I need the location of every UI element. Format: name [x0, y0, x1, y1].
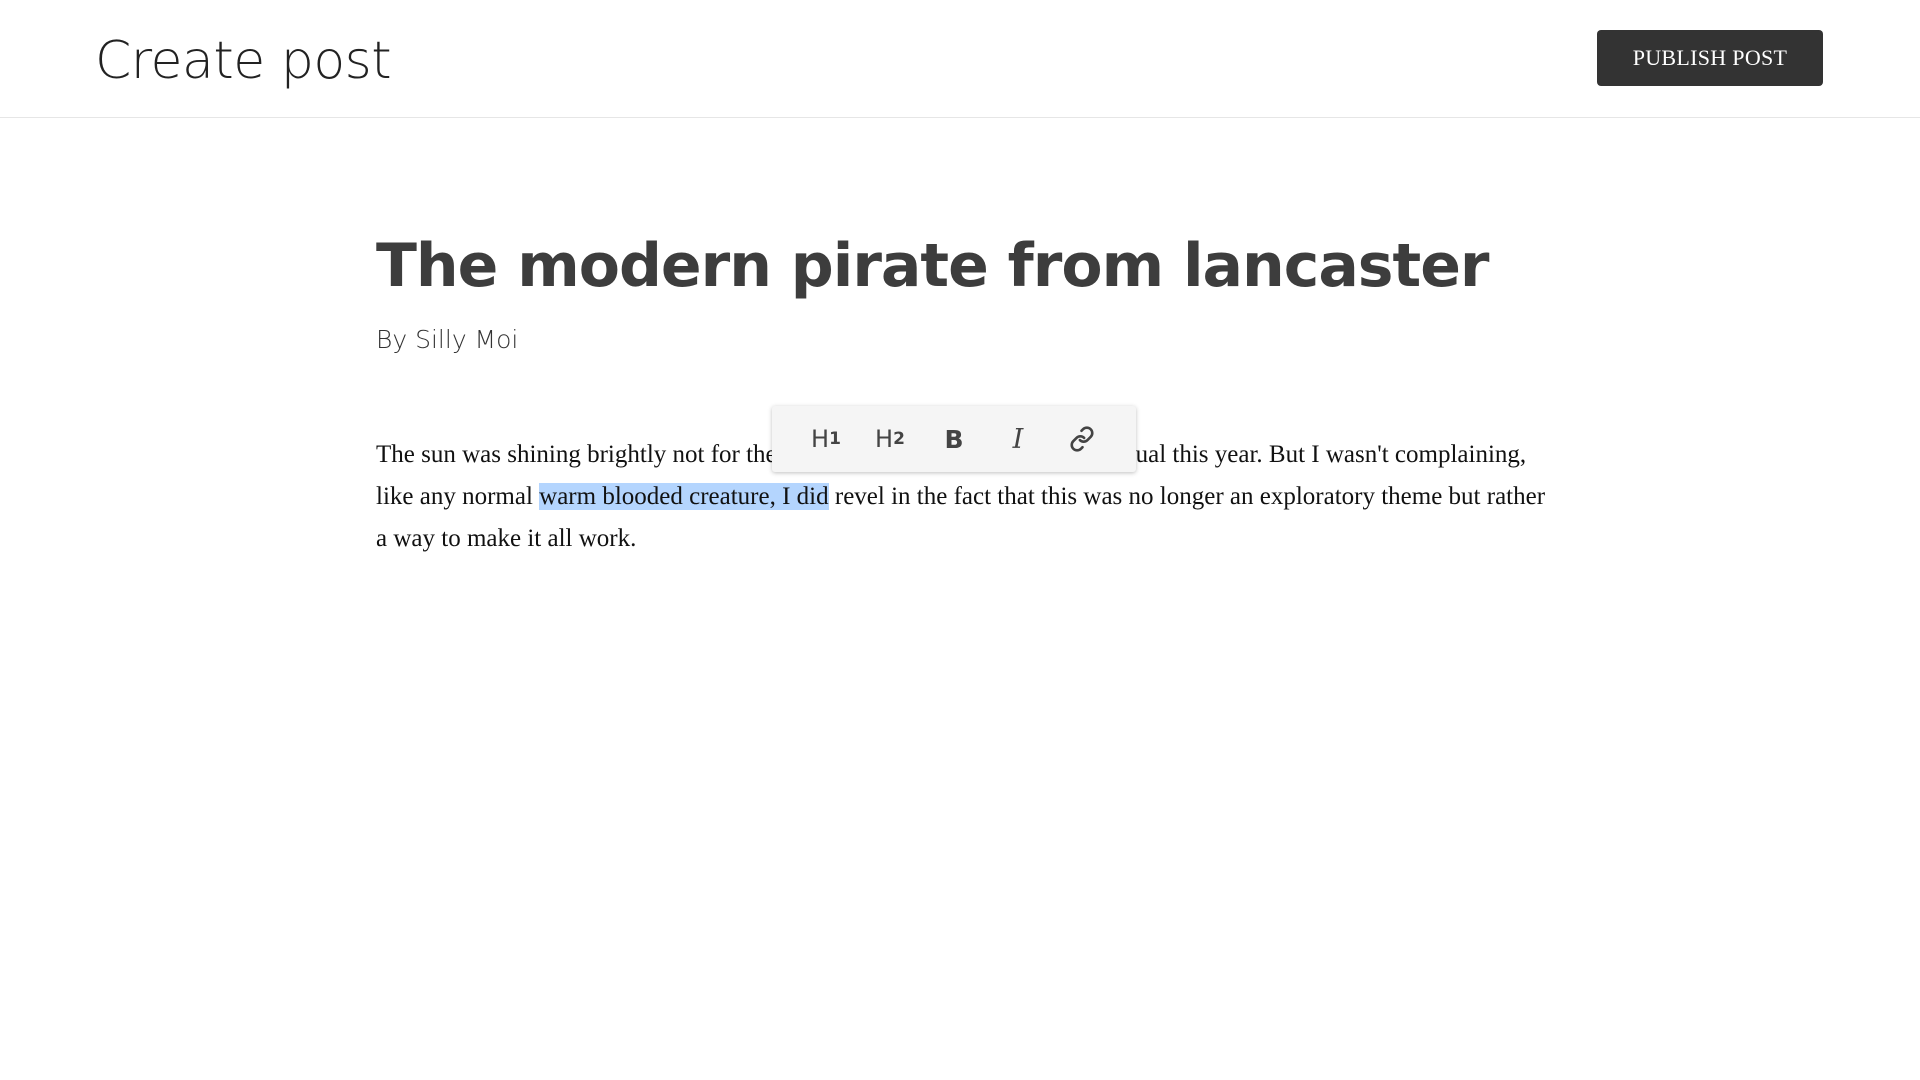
heading-2-button[interactable]: H2 — [858, 406, 922, 472]
publish-post-button[interactable]: PUBLISH POST — [1597, 30, 1823, 86]
italic-label: I — [1012, 423, 1024, 455]
post-byline[interactable]: By Silly Moi — [376, 322, 1556, 358]
bold-label: B — [944, 424, 964, 454]
selected-text[interactable]: warm blooded creature, I did — [539, 483, 829, 510]
link-button[interactable] — [1050, 406, 1114, 472]
link-icon — [1070, 426, 1094, 452]
post-title[interactable]: The modern pirate from lancaster — [376, 220, 1556, 312]
bold-button[interactable]: B — [922, 406, 986, 472]
post-editor: The modern pirate from lancaster By Sill… — [376, 220, 1556, 552]
heading-2-sub: 2 — [893, 429, 905, 449]
top-bar: Create post PUBLISH POST — [0, 0, 1920, 118]
format-toolbar: H1 H2 B I — [772, 406, 1136, 472]
heading-1-sub: 1 — [829, 429, 841, 449]
heading-1-label: H — [811, 425, 830, 453]
italic-button[interactable]: I — [986, 406, 1050, 472]
heading-1-button[interactable]: H1 — [794, 406, 858, 472]
page-title: Create post — [95, 31, 392, 91]
heading-2-label: H — [875, 425, 894, 453]
